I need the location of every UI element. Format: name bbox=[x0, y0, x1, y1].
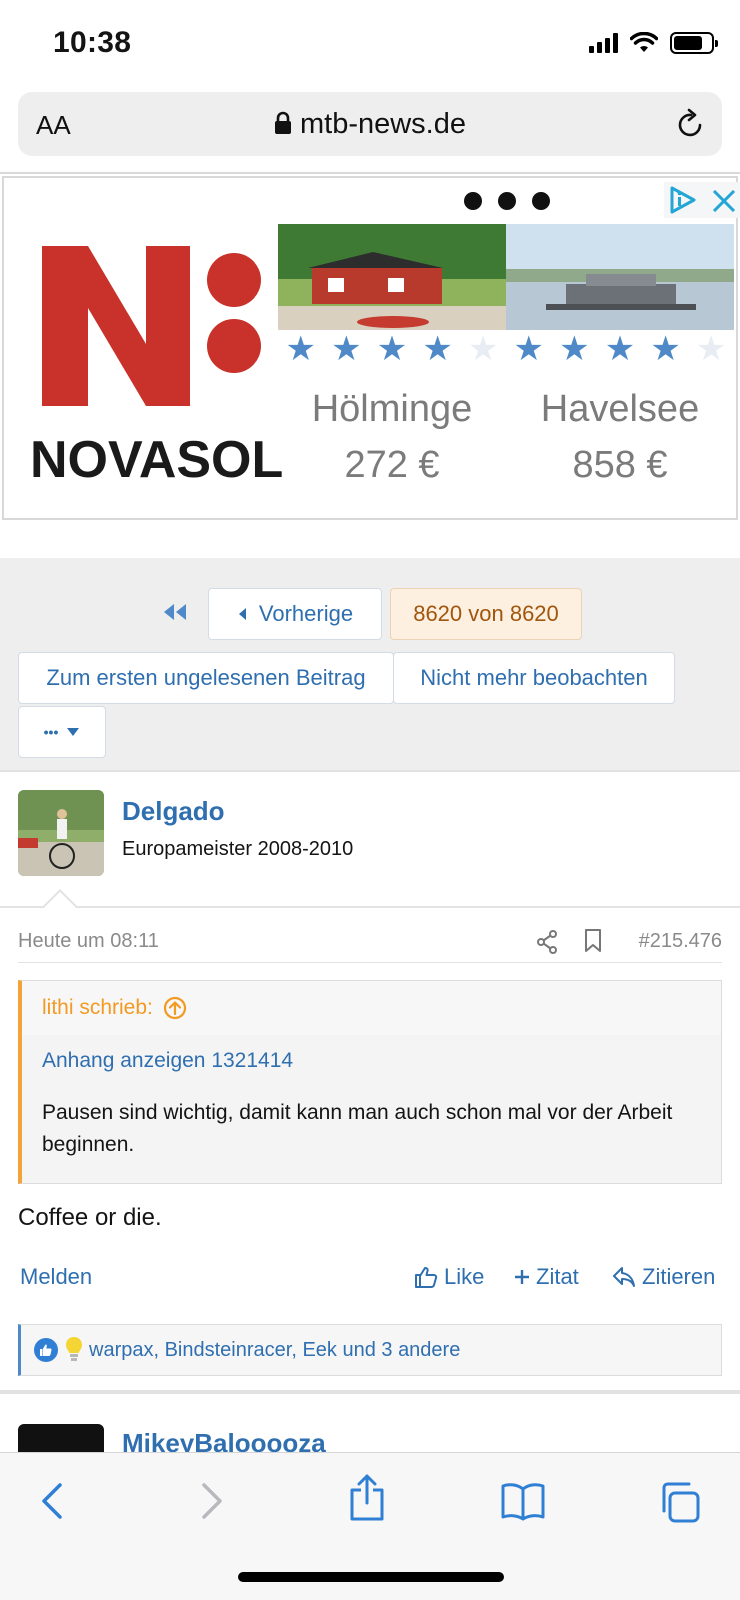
advertisement[interactable]: NOVASOL ★ ★ ★ ★ ★ Hölminge 272 € ★ ★ ★ ★… bbox=[0, 172, 740, 558]
quote-block: lithi schrieb: Anhang anzeigen 1321414 P… bbox=[18, 980, 722, 1184]
forward-icon[interactable] bbox=[196, 1481, 226, 1521]
offer-name[interactable]: Havelsee bbox=[506, 388, 734, 431]
first-unread-button[interactable]: Zum ersten ungelesenen Beitrag bbox=[18, 652, 394, 704]
home-indicator[interactable] bbox=[238, 1572, 504, 1582]
plus-icon bbox=[515, 1270, 529, 1284]
user-title: Europameister 2008-2010 bbox=[122, 838, 354, 860]
skip-to-first-icon[interactable] bbox=[162, 602, 188, 622]
back-icon[interactable] bbox=[38, 1481, 68, 1521]
post-username[interactable]: Delgado bbox=[122, 796, 225, 827]
reload-icon[interactable] bbox=[676, 108, 706, 140]
offer-price[interactable]: 272 € bbox=[278, 444, 506, 487]
jump-to-quote-icon[interactable] bbox=[163, 996, 187, 1020]
post-message: Coffee or die. bbox=[18, 1204, 162, 1231]
offer-photo-havelsee[interactable] bbox=[506, 224, 734, 330]
pagination: Vorherige 8620 von 8620 bbox=[0, 588, 740, 640]
domain-text: mtb-news.de bbox=[299, 108, 466, 140]
ad-carousel-dots bbox=[464, 192, 550, 210]
cellular-signal-icon bbox=[589, 33, 618, 53]
next-post: MikeyBalooooza bbox=[0, 1390, 740, 1464]
post: Delgado Europameister 2008-2010 Heute um… bbox=[0, 770, 740, 1390]
battery-icon bbox=[670, 32, 718, 54]
ad-banner[interactable]: NOVASOL ★ ★ ★ ★ ★ Hölminge 272 € ★ ★ ★ ★… bbox=[2, 176, 740, 520]
thumbs-up-icon bbox=[415, 1267, 438, 1288]
like-button[interactable]: Like bbox=[414, 1264, 484, 1290]
reply-button[interactable]: Zitieren bbox=[612, 1264, 715, 1290]
lightbulb-reaction-icon bbox=[66, 1337, 82, 1361]
post-date[interactable]: Heute um 08:11 bbox=[18, 930, 159, 953]
quote-author[interactable]: lithi schrieb: bbox=[42, 996, 153, 1020]
share-sheet-icon[interactable] bbox=[348, 1473, 386, 1521]
post-divider bbox=[0, 906, 740, 908]
ad-brand-name: NOVASOL bbox=[30, 431, 284, 489]
bookmarks-icon[interactable] bbox=[500, 1481, 546, 1521]
offer-rating-holminge: ★ ★ ★ ★ ★ bbox=[278, 330, 506, 368]
bookmark-icon[interactable] bbox=[584, 928, 602, 954]
multi-quote-button[interactable]: Zitat bbox=[514, 1264, 579, 1290]
status-time: 10:38 bbox=[53, 26, 132, 59]
avatar[interactable] bbox=[18, 790, 104, 876]
offer-rating-havelsee: ★ ★ ★ ★ ★ bbox=[506, 330, 734, 368]
post-actions: Melden Like Zitat Zitieren bbox=[0, 1264, 740, 1304]
offer-name[interactable]: Hölminge bbox=[278, 388, 506, 431]
attachment-link[interactable]: Anhang anzeigen 1321414 bbox=[42, 1049, 701, 1073]
offer-price[interactable]: 858 € bbox=[506, 444, 734, 487]
quote-header[interactable]: lithi schrieb: bbox=[22, 981, 721, 1035]
status-icons bbox=[589, 30, 718, 56]
url-bar[interactable]: AA mtb-news.de bbox=[18, 92, 722, 156]
status-bar: 10:38 bbox=[0, 0, 740, 86]
quote-text: Pausen sind wichtig, damit kann man auch… bbox=[42, 1101, 673, 1156]
ad-choices[interactable] bbox=[664, 182, 740, 218]
tabs-icon[interactable] bbox=[658, 1481, 700, 1523]
novasol-logo-icon bbox=[42, 246, 261, 406]
unwatch-button[interactable]: Nicht mehr beobachten bbox=[393, 652, 675, 704]
report-button[interactable]: Melden bbox=[20, 1264, 92, 1290]
more-options-button[interactable]: ••• bbox=[18, 706, 106, 758]
quote-body: Anhang anzeigen 1321414 Pausen sind wich… bbox=[22, 1035, 721, 1183]
previous-page-button[interactable]: Vorherige bbox=[208, 588, 382, 640]
wifi-icon bbox=[630, 32, 658, 52]
lock-icon bbox=[274, 111, 291, 134]
reactions-text[interactable]: warpax, Bindsteinracer, Eek und 3 andere bbox=[89, 1339, 460, 1362]
chevron-left-icon bbox=[238, 608, 246, 620]
like-reaction-icon bbox=[34, 1338, 58, 1362]
adchoices-icon[interactable] bbox=[668, 186, 698, 214]
message-pointer bbox=[43, 889, 77, 923]
offer-photo-holminge[interactable] bbox=[278, 224, 506, 330]
reply-icon bbox=[613, 1267, 635, 1287]
close-ad-icon[interactable] bbox=[712, 190, 736, 212]
post-number[interactable]: #215.476 bbox=[639, 930, 722, 953]
share-icon[interactable] bbox=[536, 930, 558, 954]
address-field[interactable]: mtb-news.de bbox=[18, 108, 722, 141]
chevron-down-icon bbox=[67, 728, 80, 736]
reactions-bar[interactable]: warpax, Bindsteinracer, Eek und 3 andere bbox=[18, 1324, 722, 1376]
page-indicator[interactable]: 8620 von 8620 bbox=[390, 588, 582, 640]
